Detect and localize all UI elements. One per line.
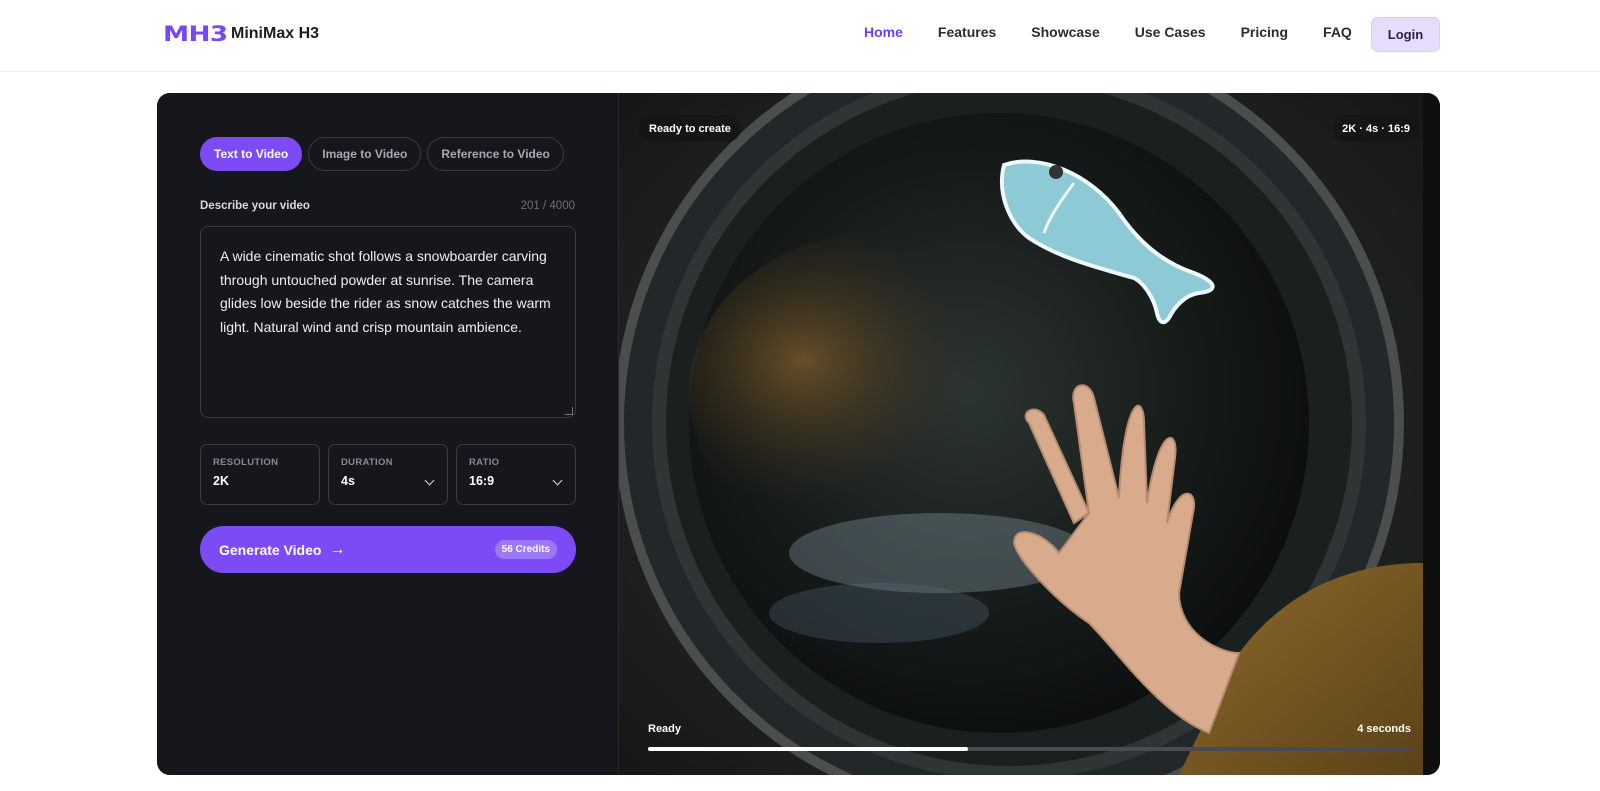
nav-features[interactable]: Features — [938, 24, 996, 40]
preview-image — [619, 93, 1423, 775]
resolution-value: 2K — [213, 474, 229, 488]
playback-state: Ready — [648, 723, 682, 735]
ratio-value: 16:9 — [469, 474, 495, 488]
logo[interactable]: MH3 MiniMax H3 — [163, 22, 319, 46]
nav-home[interactable]: Home — [864, 24, 903, 40]
resolution-label: RESOLUTION — [213, 457, 279, 468]
mode-tabs: Text to Video Image to Video Reference t… — [200, 137, 564, 171]
duration-label: DURATION — [341, 457, 393, 468]
tab-text-to-video[interactable]: Text to Video — [200, 137, 303, 171]
duration-value: 4s — [341, 474, 355, 488]
duration-select[interactable]: DURATION 4s — [328, 444, 448, 505]
nav-use-cases[interactable]: Use Cases — [1135, 24, 1206, 40]
tab-image-to-video[interactable]: Image to Video — [308, 137, 422, 171]
description-label: Describe your video — [200, 200, 310, 212]
ratio-select[interactable]: RATIO 16:9 — [456, 444, 576, 505]
ratio-label: RATIO — [469, 457, 500, 468]
generate-video-button[interactable]: Generate Video → 56 Credits — [200, 526, 576, 573]
progress-fill — [648, 747, 969, 751]
logo-text: MiniMax H3 — [231, 25, 320, 42]
credits-badge: 56 Credits — [494, 540, 557, 559]
generate-video-label: Generate Video — [219, 541, 322, 558]
character-count: 201 / 4000 — [520, 200, 575, 212]
editor-panel: Text to Video Image to Video Reference t… — [157, 93, 619, 775]
main-nav: Home Features Showcase Use Cases Pricing… — [864, 24, 1387, 40]
status-pill: Ready to create — [639, 115, 741, 142]
top-nav-bar: MH3 MiniMax H3 Home Features Showcase Us… — [0, 0, 1600, 72]
video-duration: 4 seconds — [1357, 723, 1411, 735]
video-preview[interactable]: Ready to create 2K · 4s · 16:9 Ready 4 s… — [619, 93, 1440, 775]
nav-pricing[interactable]: Pricing — [1241, 24, 1288, 40]
nav-showcase[interactable]: Showcase — [1031, 24, 1099, 40]
prompt-text: A wide cinematic shot follows a snowboar… — [220, 248, 551, 335]
arrow-right-icon: → — [329, 540, 346, 558]
progress-bar[interactable] — [648, 747, 1411, 751]
video-options: RESOLUTION 2K DURATION 4s RATIO 16:9 — [200, 444, 576, 505]
tab-reference-to-video[interactable]: Reference to Video — [427, 137, 564, 171]
resize-handle-icon[interactable] — [565, 407, 573, 415]
logo-mark: MH3 — [163, 22, 228, 46]
prompt-textarea[interactable]: A wide cinematic shot follows a snowboar… — [200, 226, 576, 418]
resolution-select[interactable]: RESOLUTION 2K — [200, 444, 320, 505]
login-button[interactable]: Login — [1371, 17, 1440, 52]
spec-pill: 2K · 4s · 16:9 — [1332, 115, 1420, 142]
nav-faq[interactable]: FAQ — [1323, 24, 1352, 40]
video-generator-card: Text to Video Image to Video Reference t… — [157, 93, 1440, 775]
